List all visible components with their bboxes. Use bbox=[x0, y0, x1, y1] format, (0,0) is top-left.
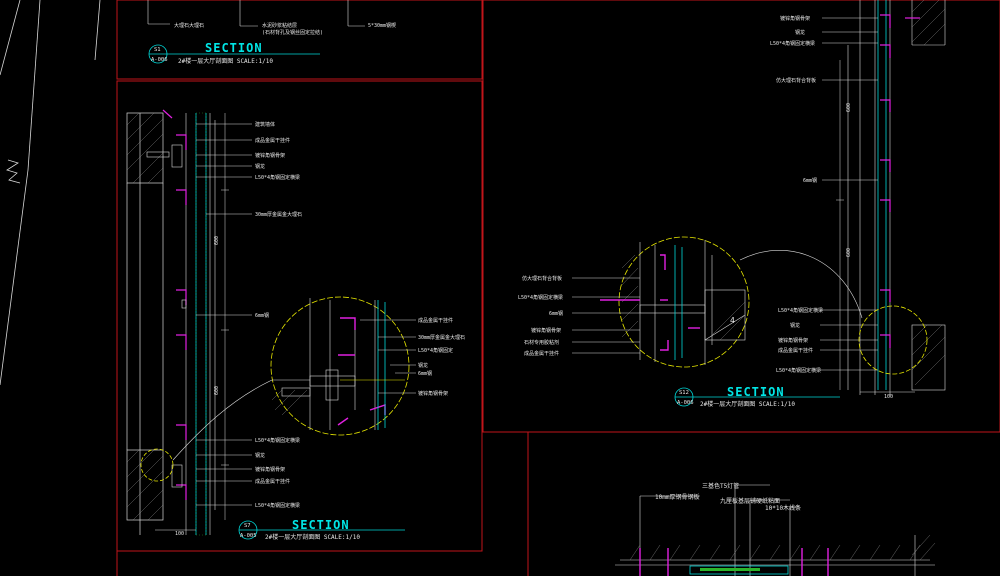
dim-bottom: 100 bbox=[884, 394, 893, 400]
viewport-top bbox=[116, 0, 483, 80]
label-left-2: 成品金属干挂件 bbox=[255, 137, 290, 144]
bubble-label-4: 钢龙 bbox=[418, 362, 428, 369]
note-top-2: 水泥砂浆粘结层 bbox=[262, 22, 297, 29]
section-subtitle: 2#楼一层大厅剖面图 SCALE:1/10 bbox=[700, 400, 795, 408]
dim-height-2: 600 bbox=[214, 386, 220, 395]
bubble-tag: 4 bbox=[730, 316, 735, 325]
label-left-5: L50*4角钢固定横梁 bbox=[255, 174, 300, 181]
label-left-4: 钢龙 bbox=[255, 163, 265, 170]
lower-label-1: L50*4角钢固定横梁 bbox=[255, 437, 300, 444]
section-title: SECTION bbox=[205, 41, 263, 55]
right-lower-3: 镀锌角钢骨架 bbox=[778, 337, 808, 344]
section-top[interactable]: 大理石大理石 水泥砂浆粘结层 (石材背孔及钢丝固定拉结) 5*30mm钢楔 S1… bbox=[147, 0, 396, 65]
right-label-3: L50*4角钢固定横梁 bbox=[770, 40, 815, 47]
right-lower-2: 钢龙 bbox=[790, 322, 800, 329]
construction-lines bbox=[0, 0, 101, 386]
lower-label-2: 钢龙 bbox=[255, 452, 265, 459]
dim-bottom: 100 bbox=[175, 531, 184, 537]
bubble-label-3: L50*4角钢固定 bbox=[418, 347, 453, 354]
bubble-r-label-5: 石材专用胶粘剂 bbox=[524, 339, 559, 346]
bubble-label-6: 镀锌角钢骨架 bbox=[418, 390, 448, 397]
dim-height-2: 600 bbox=[846, 248, 852, 257]
bubble-label-5: 6mm钢 bbox=[418, 370, 432, 377]
right-label-1: 镀锌角钢骨架 bbox=[780, 15, 810, 22]
detail-bubble-right bbox=[618, 236, 750, 368]
right-lower-1: L50*4角钢固定横梁 bbox=[778, 307, 823, 314]
label-left-mid: 6mm钢 bbox=[255, 312, 269, 319]
label-left-1: 建筑墙体 bbox=[255, 121, 275, 128]
bubble-r-label-4: 镀锌角钢骨架 bbox=[531, 327, 561, 334]
callout-num: S12 bbox=[679, 390, 689, 396]
bottom-label-2: 10mm厚钢骨钢板 bbox=[655, 493, 699, 501]
right-label-stone: 仿大理石背合背板 bbox=[776, 77, 816, 84]
bottom-label-3: 九厘板基层铺硬纸粘面 bbox=[720, 497, 780, 505]
bubble-r-label-1: 仿大理石背合背板 bbox=[522, 275, 562, 282]
dim-height-1: 600 bbox=[214, 236, 220, 245]
bubble-label-1: 成品金属干挂件 bbox=[418, 317, 453, 324]
right-lower-4: 成品金属干挂件 bbox=[778, 347, 813, 354]
section-right[interactable]: 100 600 600 镀锌角钢骨架 钢龙 L50*4角钢固定横梁 仿大理石背合… bbox=[518, 0, 946, 408]
note-top-1: 大理石大理石 bbox=[174, 22, 204, 29]
bubble-r-label-6: 成品金属干挂件 bbox=[524, 350, 559, 357]
section-subtitle: 2#楼一层大厅剖面图 SCALE:1/10 bbox=[265, 533, 360, 541]
bottom-label-1: 三基色T5灯管 bbox=[702, 482, 739, 490]
section-title: SECTION bbox=[292, 518, 350, 532]
bottom-label-4: 10*10木线条 bbox=[765, 504, 801, 512]
bubble-r-label-3: 6mm钢 bbox=[549, 310, 563, 317]
brackets-left bbox=[162, 109, 187, 500]
lower-label-5: L50*4角钢固定横梁 bbox=[255, 502, 300, 509]
section-subtitle: 2#楼一层大厅剖面图 SCALE:1/10 bbox=[178, 57, 273, 65]
callout-num: S7 bbox=[244, 523, 251, 529]
viewport-right bbox=[482, 0, 1000, 433]
label-left-stone: 30mm厚金属金大理石 bbox=[255, 211, 302, 218]
section-left[interactable]: 600 600 100 建筑墙体 成品金属干挂件 镀锌角钢骨架 钢龙 L50*4… bbox=[126, 109, 465, 541]
right-lower-5: L50*4角钢固定横梁 bbox=[776, 367, 821, 374]
note-top-4: 5*30mm钢楔 bbox=[368, 22, 396, 29]
callout-sheet: A-005 bbox=[240, 533, 257, 539]
right-label-2: 钢龙 bbox=[795, 29, 805, 36]
right-label-mid: 6mm钢 bbox=[803, 177, 817, 184]
viewport-borders bbox=[116, 0, 1000, 576]
lower-label-3: 镀锌角钢骨架 bbox=[255, 466, 285, 473]
callout-num: S1 bbox=[154, 47, 161, 53]
note-top-3: (石材背孔及钢丝固定拉结) bbox=[262, 29, 323, 36]
label-left-3: 镀锌角钢骨架 bbox=[255, 152, 285, 159]
dim-height-1: 600 bbox=[846, 103, 852, 112]
cad-drawing-svg[interactable]: 大理石大理石 水泥砂浆粘结层 (石材背孔及钢丝固定拉结) 5*30mm钢楔 S1… bbox=[0, 0, 1000, 576]
bubble-label-2: 30mm厚金属金大理石 bbox=[418, 334, 465, 341]
bubble-r-label-2: L50*4角钢固定横梁 bbox=[518, 294, 563, 301]
callout-sheet: A-006 bbox=[677, 400, 694, 406]
section-title: SECTION bbox=[727, 385, 785, 399]
wall-hatch bbox=[126, 112, 164, 521]
lower-label-4: 成品金属干挂件 bbox=[255, 478, 290, 485]
callout-sheet: A-006 bbox=[151, 57, 168, 63]
cad-drawing-canvas[interactable]: 大理石大理石 水泥砂浆粘结层 (石材背孔及钢丝固定拉结) 5*30mm钢楔 S1… bbox=[0, 0, 1000, 576]
section-bottom[interactable]: 三基色T5灯管 10mm厚钢骨钢板 九厘板基层铺硬纸粘面 10*10木线条 bbox=[615, 482, 936, 576]
